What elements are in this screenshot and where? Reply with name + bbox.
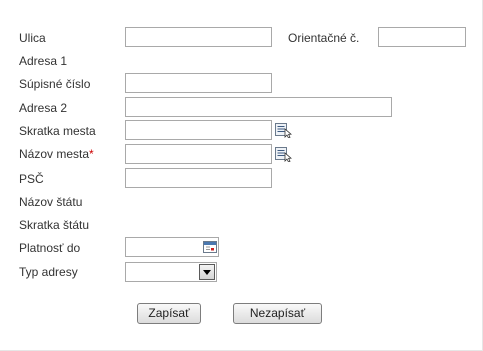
registry-number-input[interactable] bbox=[125, 73, 272, 93]
city-abbrev-input[interactable] bbox=[125, 120, 272, 140]
registry-number-label: Súpisné číslo bbox=[19, 77, 91, 91]
address-type-select[interactable] bbox=[125, 262, 217, 282]
chevron-down-icon[interactable] bbox=[199, 264, 215, 280]
cancel-button[interactable]: Nezapísať bbox=[233, 303, 322, 324]
state-abbrev-label: Skratka štátu bbox=[19, 218, 90, 232]
orientation-number-label: Orientačné č. bbox=[288, 31, 360, 45]
street-input[interactable] bbox=[125, 27, 272, 47]
street-label: Ulica bbox=[19, 31, 46, 45]
city-abbrev-label: Skratka mesta bbox=[19, 124, 96, 138]
postal-code-input[interactable] bbox=[125, 168, 272, 188]
city-name-label: Názov mesta* bbox=[19, 147, 94, 161]
address2-input[interactable] bbox=[125, 97, 392, 117]
address-type-label: Typ adresy bbox=[19, 265, 78, 279]
calendar-icon[interactable] bbox=[202, 239, 220, 255]
address1-label: Adresa 1 bbox=[19, 54, 68, 68]
lookup-list-icon[interactable] bbox=[275, 122, 293, 139]
valid-until-label: Platnosť do bbox=[19, 241, 81, 255]
postal-code-label: PSČ bbox=[19, 172, 44, 186]
orientation-number-input[interactable] bbox=[378, 27, 466, 47]
address-form: Ulica Orientačné č. Adresa 1 Súpisné čís… bbox=[0, 0, 483, 351]
lookup-list-icon[interactable] bbox=[275, 146, 293, 163]
address2-label: Adresa 2 bbox=[19, 101, 68, 115]
required-marker: * bbox=[89, 147, 94, 161]
city-name-label-text: Názov mesta bbox=[19, 147, 90, 161]
state-name-label: Názov štátu bbox=[19, 195, 83, 209]
save-button[interactable]: Zapísať bbox=[137, 303, 201, 324]
city-name-input[interactable] bbox=[125, 144, 272, 164]
